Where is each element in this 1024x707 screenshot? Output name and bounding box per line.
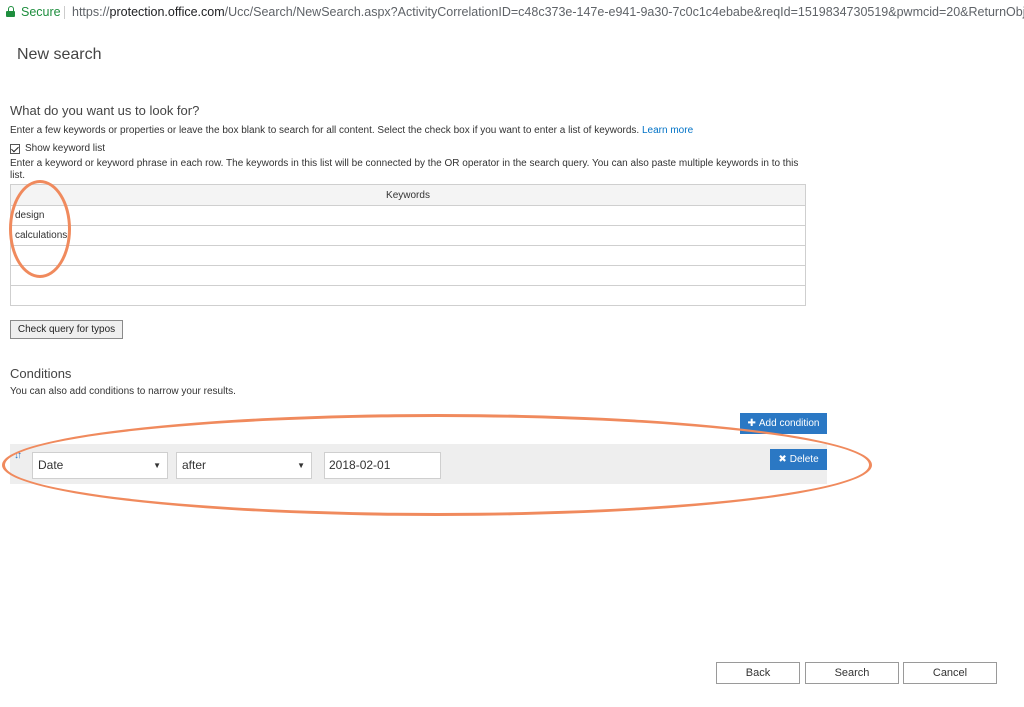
address-separator [64, 6, 65, 19]
close-icon: ✖ [778, 454, 787, 465]
caret-down-icon: ▼ [153, 461, 161, 470]
page-title: New search [17, 46, 102, 63]
keyword-cell[interactable] [10, 265, 806, 286]
show-keyword-list-row[interactable]: Show keyword list [10, 143, 105, 154]
condition-date-input[interactable]: 2018-02-01 [324, 452, 441, 479]
query-description-text: Enter a few keywords or properties or le… [10, 125, 640, 136]
condition-row: ↓↑ Date ▼ after ▼ 2018-02-01 ✖ Delete [10, 444, 827, 484]
keywords-header: Keywords [10, 184, 806, 206]
keyword-cell[interactable]: design [10, 205, 806, 226]
secure-label: Secure [21, 5, 61, 19]
add-condition-button[interactable]: ✚ Add condition [740, 413, 827, 434]
condition-operator-select[interactable]: after ▼ [176, 452, 312, 479]
address-bar[interactable]: Secure https://protection.office.com/Ucc… [0, 0, 1024, 25]
keyword-help-line1: Enter a keyword or keyword phrase in eac… [10, 158, 799, 169]
add-condition-label: Add condition [758, 418, 820, 429]
condition-property-select[interactable]: Date ▼ [32, 452, 168, 479]
caret-down-icon: ▼ [297, 461, 305, 470]
keyword-help-line2: list. [10, 170, 25, 181]
keyword-cell[interactable]: calculations [10, 225, 806, 246]
plus-icon: ✚ [747, 418, 756, 429]
conditions-description: You can also add conditions to narrow yo… [10, 386, 236, 397]
url-host: protection.office.com [109, 5, 225, 19]
delete-condition-label: Delete [789, 454, 819, 465]
url-text[interactable]: https://protection.office.com/Ucc/Search… [72, 0, 1024, 25]
condition-operator-value: after [182, 458, 207, 472]
keyword-cell[interactable] [10, 245, 806, 266]
sort-icon[interactable]: ↓↑ [14, 450, 22, 461]
keywords-table: Keywords design calculations [10, 184, 806, 306]
url-scheme: https:// [72, 5, 110, 19]
learn-more-link[interactable]: Learn more [642, 125, 693, 136]
query-description: Enter a few keywords or properties or le… [10, 125, 693, 136]
back-button[interactable]: Back [716, 662, 800, 684]
cancel-button[interactable]: Cancel [903, 662, 997, 684]
check-typos-button[interactable]: Check query for typos [10, 320, 123, 339]
lock-icon [6, 6, 15, 17]
query-heading: What do you want us to look for? [10, 103, 200, 118]
show-keyword-list-checkbox[interactable] [10, 143, 20, 154]
delete-condition-button[interactable]: ✖ Delete [770, 449, 827, 470]
url-path: /Ucc/Search/NewSearch.aspx?ActivityCorre… [224, 5, 1024, 19]
search-button[interactable]: Search [805, 662, 899, 684]
show-keyword-list-label: Show keyword list [25, 143, 106, 154]
conditions-heading: Conditions [10, 366, 72, 381]
condition-property-value: Date [38, 458, 64, 472]
keyword-cell[interactable] [10, 285, 806, 306]
